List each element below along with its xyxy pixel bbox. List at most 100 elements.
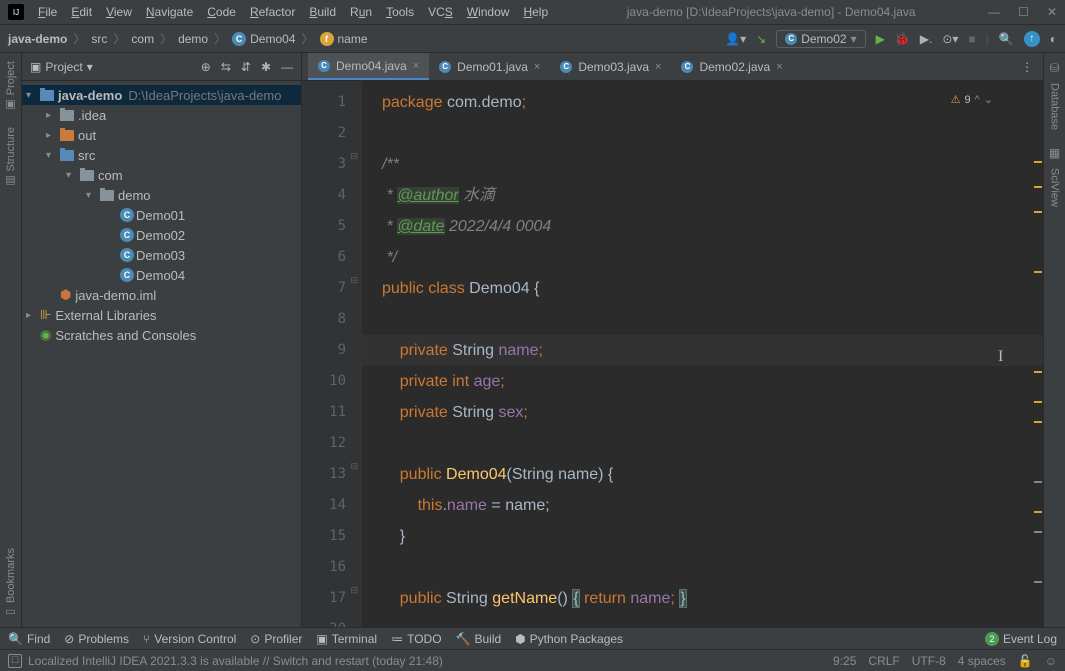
line-gutter: 1 2 3 4 5 6 7 8 9 10 11 12 13 14 15 16 1…	[302, 81, 362, 627]
hide-icon[interactable]: —	[281, 60, 293, 74]
status-message[interactable]: Localized IntelliJ IDEA 2021.3.3 is avai…	[28, 654, 443, 668]
right-tab-database[interactable]: Database	[1047, 75, 1063, 138]
close-icon[interactable]: ×	[413, 60, 419, 72]
bottom-build[interactable]: 🔨 Build	[456, 632, 502, 646]
tree-com[interactable]: ▾com	[22, 165, 301, 185]
breadcrumb-project[interactable]: java-demo	[8, 32, 67, 46]
bottom-vcs[interactable]: ⑂ Version Control	[143, 632, 236, 646]
bottom-find[interactable]: 🔍 Find	[8, 632, 50, 646]
menu-vcs[interactable]: VCS	[422, 3, 459, 21]
menu-build[interactable]: Build	[303, 3, 342, 21]
coverage-icon[interactable]: ▶.	[920, 32, 933, 46]
status-position[interactable]: 9:25	[833, 654, 856, 668]
text-caret: I	[998, 341, 999, 359]
window-title: java-demo [D:\IdeaProjects\java-demo] - …	[554, 5, 988, 19]
bottom-todo[interactable]: ≔ TODO	[391, 632, 441, 646]
tree-class-demo04[interactable]: CDemo04	[22, 265, 301, 285]
fold-icon[interactable]: ⊟	[348, 461, 358, 471]
build-icon[interactable]: ↘	[756, 32, 766, 46]
close-icon[interactable]: ×	[534, 61, 540, 73]
tabs-more-icon[interactable]: ⋮	[1011, 60, 1043, 74]
editor-area: CDemo04.java× CDemo01.java× CDemo03.java…	[302, 53, 1043, 627]
tree-idea[interactable]: ▸.idea	[22, 105, 301, 125]
tree-src[interactable]: ▾src	[22, 145, 301, 165]
right-tool-strip: ⛁ Database ▦ SciView	[1043, 53, 1065, 627]
breadcrumb-com[interactable]: com	[131, 32, 154, 46]
stop-button[interactable]: ■	[968, 32, 975, 46]
close-icon[interactable]: ×	[776, 61, 782, 73]
readonly-icon[interactable]: 🔓	[1018, 654, 1033, 668]
tree-root[interactable]: ▾java-demoD:\IdeaProjects\java-demo	[22, 85, 301, 105]
menu-file[interactable]: File	[32, 3, 63, 21]
breadcrumb-field[interactable]: fname	[320, 32, 368, 46]
right-tab-sciview[interactable]: SciView	[1047, 160, 1063, 215]
tab-demo04[interactable]: CDemo04.java×	[308, 53, 429, 80]
tree-class-demo03[interactable]: CDemo03	[22, 245, 301, 265]
fold-icon[interactable]: ⊟	[348, 585, 358, 595]
status-encoding[interactable]: UTF-8	[912, 654, 946, 668]
menu-edit[interactable]: Edit	[65, 3, 98, 21]
tree-iml[interactable]: ⬢java-demo.iml	[22, 285, 301, 305]
status-bar: ☐ Localized IntelliJ IDEA 2021.3.3 is av…	[0, 649, 1065, 671]
menu-window[interactable]: Window	[461, 3, 516, 21]
sidebar-title[interactable]: ▣ Project ▾	[30, 60, 93, 74]
menu-run[interactable]: Run	[344, 3, 378, 21]
breadcrumb-src[interactable]: src	[91, 32, 107, 46]
error-stripe[interactable]	[1031, 111, 1043, 627]
tree-ext-libs[interactable]: ▸⊪External Libraries	[22, 305, 301, 325]
tool-window-icon[interactable]: ☐	[8, 654, 22, 668]
menu-navigate[interactable]: Navigate	[140, 3, 199, 21]
inspection-widget[interactable]: ⚠9 ^ ⌄	[951, 85, 993, 116]
minimize-button[interactable]: —	[988, 5, 1000, 19]
settings-icon[interactable]: ✱	[261, 60, 271, 74]
tree-scratches[interactable]: ◉Scratches and Consoles	[22, 325, 301, 345]
left-tab-project[interactable]: ▣ Project	[2, 53, 19, 119]
expand-icon[interactable]: ⇆	[221, 60, 231, 74]
add-config-icon[interactable]: 👤▾	[725, 32, 746, 46]
menu-help[interactable]: Help	[517, 3, 554, 21]
tab-demo01[interactable]: CDemo01.java×	[429, 53, 550, 80]
menu-refactor[interactable]: Refactor	[244, 3, 301, 21]
ide-scripting-icon[interactable]: ◐	[1050, 32, 1057, 46]
tree-demo[interactable]: ▾demo	[22, 185, 301, 205]
hector-icon[interactable]: ☺	[1045, 654, 1057, 668]
bottom-problems[interactable]: ⊘ Problems	[64, 632, 129, 646]
menu-bar: File Edit View Navigate Code Refactor Bu…	[32, 3, 554, 21]
fold-icon[interactable]: ⊟	[348, 275, 358, 285]
status-indent[interactable]: 4 spaces	[958, 654, 1006, 668]
bottom-eventlog[interactable]: 2 Event Log	[985, 632, 1057, 646]
run-button[interactable]: ▶	[876, 32, 885, 46]
close-button[interactable]: ✕	[1047, 5, 1057, 19]
tab-demo03[interactable]: CDemo03.java×	[550, 53, 671, 80]
left-tab-structure[interactable]: ▤ Structure	[2, 119, 19, 196]
bottom-python[interactable]: ⬢ Python Packages	[515, 632, 623, 646]
maximize-button[interactable]: ☐	[1018, 5, 1029, 19]
breadcrumb-demo[interactable]: demo	[178, 32, 208, 46]
menu-code[interactable]: Code	[201, 3, 242, 21]
menu-tools[interactable]: Tools	[380, 3, 420, 21]
update-icon[interactable]: ↑	[1024, 31, 1040, 47]
run-config-selector[interactable]: C Demo02 ▾	[776, 30, 865, 48]
search-icon[interactable]: 🔍	[999, 32, 1014, 46]
close-icon[interactable]: ×	[655, 61, 661, 73]
code-editor[interactable]: ⚠9 ^ ⌄ package com.demo; /** * @author 水…	[362, 81, 1043, 627]
tree-out[interactable]: ▸out	[22, 125, 301, 145]
menu-view[interactable]: View	[100, 3, 138, 21]
bottom-terminal[interactable]: ▣ Terminal	[316, 632, 377, 646]
left-tab-bookmarks[interactable]: ▭ Bookmarks	[2, 540, 19, 627]
database-icon[interactable]: ⛁	[1049, 61, 1059, 75]
tab-demo02[interactable]: CDemo02.java×	[671, 53, 792, 80]
tree-class-demo02[interactable]: CDemo02	[22, 225, 301, 245]
bottom-profiler[interactable]: ⊙ Profiler	[250, 632, 302, 646]
left-tool-strip: ▣ Project ▤ Structure ▭ Bookmarks	[0, 53, 22, 627]
collapse-icon[interactable]: ⇵	[241, 60, 251, 74]
sciview-icon[interactable]: ▦	[1049, 146, 1060, 160]
breadcrumb-class[interactable]: CDemo04	[232, 32, 295, 46]
target-icon[interactable]: ⊕	[201, 60, 211, 74]
project-sidebar: ▣ Project ▾ ⊕ ⇆ ⇵ ✱ — ▾java-demoD:\IdeaP…	[22, 53, 302, 627]
debug-button[interactable]: 🐞	[895, 32, 910, 46]
fold-icon[interactable]: ⊟	[348, 151, 358, 161]
profile-icon[interactable]: ⊙▾	[942, 32, 958, 46]
status-line-sep[interactable]: CRLF	[868, 654, 899, 668]
tree-class-demo01[interactable]: CDemo01	[22, 205, 301, 225]
